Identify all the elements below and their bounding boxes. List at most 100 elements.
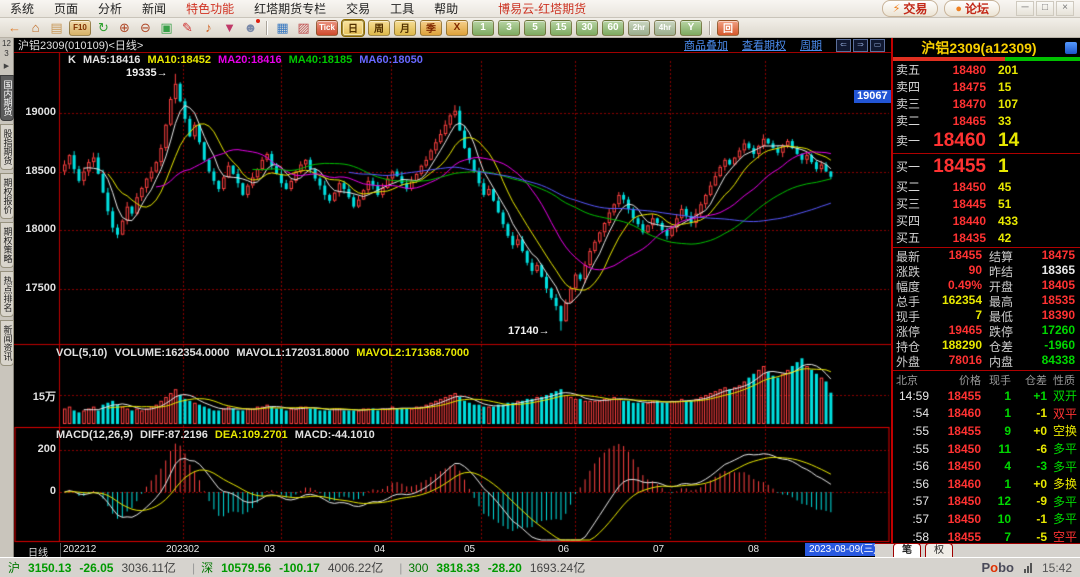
tick-row: :54 18460 1 -1 双平: [912, 406, 1078, 421]
ma-label: MA60:18050: [359, 54, 423, 66]
sidebar-tab-股指期货[interactable]: 股指期货: [0, 124, 14, 170]
price-tag: 19067: [854, 90, 891, 103]
user-icon[interactable]: ☻: [242, 18, 260, 36]
quote-table-icon[interactable]: ▦: [274, 20, 291, 36]
sidebar-pager: 3: [4, 49, 9, 58]
tick-row: :56 18460 1 +0 多换: [912, 476, 1078, 492]
prev-pane-icon[interactable]: ⇐: [836, 38, 851, 52]
ask-row-卖四[interactable]: 卖四 18475 15: [893, 78, 1080, 95]
period-month-button[interactable]: 月: [394, 19, 416, 36]
back-icon[interactable]: ←: [6, 20, 23, 36]
forum-button[interactable]: ● 论坛: [944, 0, 1000, 17]
bid-row-买三[interactable]: 买三 18445 51: [893, 195, 1080, 212]
ma-indicator-row: K MA5:18416 MA10:18452 MA20:18416 MA40:18185…: [68, 54, 430, 66]
window-title: 博易云-红塔期货: [498, 2, 587, 16]
menu-红塔期货专栏[interactable]: 红塔期货专栏: [244, 0, 336, 18]
price-tick-17500: 17500: [25, 281, 56, 294]
menu-工具[interactable]: 工具: [380, 0, 424, 18]
chart-header: 沪铝2309(010109)<日线> 商品叠加 查看期权 周期 ⇐ ⇒ ▭: [14, 38, 891, 53]
panel-settings-icon[interactable]: [1065, 41, 1077, 54]
x-tick-07: 07: [653, 544, 665, 555]
bid-row-买五[interactable]: 买五 18435 42: [893, 229, 1080, 246]
menu-分析[interactable]: 分析: [88, 0, 132, 18]
period-year-button[interactable]: Y: [680, 19, 702, 36]
sidebar-pager: 12: [2, 39, 11, 48]
period-custom-button[interactable]: X: [446, 19, 468, 36]
replay-button[interactable]: 回: [717, 19, 739, 36]
trading-terminal-window: 系统 页面 分析 新闻 特色功能 红塔期货专栏 交易 工具 帮助 博易云-红塔期货 ⚡ 交易 ● 论…: [0, 0, 1080, 577]
menu-交易[interactable]: 交易: [336, 0, 380, 18]
trade-button[interactable]: ⚡ 交易: [881, 0, 939, 17]
macd-indicator-row: MACD(12,26,9) DIFF:87.2196 DEA:109.2701 MAC…: [56, 429, 382, 441]
menu-特色功能[interactable]: 特色功能: [176, 0, 244, 18]
menu-新闻[interactable]: 新闻: [132, 0, 176, 18]
price-tick-18000: 18000: [25, 223, 56, 235]
kline-chart-canvas[interactable]: [14, 53, 891, 543]
ask-row-卖五[interactable]: 卖五 18480 201: [893, 61, 1080, 78]
overlay-icon[interactable]: ▣: [158, 20, 175, 36]
zoom-in-icon[interactable]: ⊕: [116, 20, 133, 36]
low-annotation: 17140→: [508, 325, 550, 337]
period-3min-button[interactable]: 3: [498, 19, 520, 36]
menu-系统[interactable]: 系统: [0, 0, 44, 18]
macd-tick-200: 200: [37, 443, 56, 455]
bid-row-买一[interactable]: 买一 18455 1: [893, 155, 1080, 178]
period-5min-button[interactable]: 5: [524, 19, 546, 36]
period-2hr-button[interactable]: 2hr: [628, 19, 650, 36]
x-tick-04: 04: [374, 544, 386, 555]
menu-帮助[interactable]: 帮助: [424, 0, 468, 18]
trend-chart-icon[interactable]: ▨: [295, 20, 312, 36]
quote-panel: 沪铝2309(a12309) 卖五 18480 201 卖四 18475 15 卖三 1847…: [893, 38, 1080, 557]
ask-row-卖二[interactable]: 卖二 18465 33: [893, 112, 1080, 129]
tick-list[interactable]: 14:59 18455 1 +1 双开:54 18460 1 -1 双平:55 18455 9 +0 空…: [893, 387, 1080, 545]
notification-dot-icon: [256, 18, 260, 23]
close-button[interactable]: ×: [1056, 1, 1074, 16]
vol-label: VOL(5,10): [56, 347, 108, 359]
high-annotation: 19335→: [126, 67, 168, 79]
home-icon[interactable]: ⌂: [27, 20, 44, 36]
link-商品叠加[interactable]: 商品叠加: [684, 37, 728, 53]
news-icon[interactable]: ▤: [48, 20, 65, 36]
sidebar-tab-期权策略[interactable]: 期权策略: [0, 222, 14, 268]
link-周期[interactable]: 周期: [800, 37, 822, 53]
period-60min-button[interactable]: 60: [602, 19, 624, 36]
sidebar-tab-热点排名[interactable]: 热点排名: [0, 271, 14, 317]
minimize-button[interactable]: ─: [1016, 1, 1034, 16]
x-axis: 日线 202212 202302 03 04 05 06 07 08 2023-08-09(三…: [14, 543, 891, 559]
refresh-icon[interactable]: ↻: [95, 20, 112, 36]
price-tick-19000: 19000: [25, 106, 56, 118]
filter-icon[interactable]: ▼: [221, 20, 238, 36]
sidebar-tab-新闻资讯[interactable]: 新闻资讯: [0, 320, 14, 366]
ask-row-卖一[interactable]: 卖一 18460 14: [893, 129, 1080, 152]
ask-row-卖三[interactable]: 卖三 18470 107: [893, 95, 1080, 112]
draw-icon[interactable]: ✎: [179, 20, 196, 36]
sidebar-tab-期权报价[interactable]: 期权报价: [0, 173, 14, 219]
stat-内盘: 内盘 84338: [989, 353, 1075, 369]
chart-header-mini-icons: ⇐ ⇒ ▭: [836, 38, 887, 52]
bid-row-买二[interactable]: 买二 18450 45: [893, 178, 1080, 195]
link-查看期权[interactable]: 查看期权: [742, 37, 786, 53]
period-30min-button[interactable]: 30: [576, 19, 598, 36]
tab-option[interactable]: 权: [925, 543, 953, 557]
zoom-out-icon[interactable]: ⊖: [137, 20, 154, 36]
period-1min-button[interactable]: 1: [472, 19, 494, 36]
period-4hr-button[interactable]: 4hr: [654, 19, 676, 36]
period-quarter-button[interactable]: 季: [420, 19, 442, 36]
menu-页面[interactable]: 页面: [44, 0, 88, 18]
index-深: 深 10579.56 -100.17 4006.22亿: [201, 560, 384, 576]
vol-label: MAVOL2:171368.7000: [356, 347, 470, 359]
next-pane-icon[interactable]: ⇒: [853, 38, 868, 52]
tab-tick[interactable]: 笔: [893, 543, 921, 557]
alert-icon[interactable]: ♪: [200, 20, 217, 36]
bid-row-买四[interactable]: 买四 18440 433: [893, 212, 1080, 229]
period-week-button[interactable]: 周: [368, 19, 390, 36]
signal-icon: [1023, 562, 1032, 573]
sidebar-tab-国内期货[interactable]: 国内期货: [0, 75, 14, 121]
period-15min-button[interactable]: 15: [550, 19, 572, 36]
sidebar-expand-arrow[interactable]: ▶: [4, 62, 9, 70]
f10-icon[interactable]: F10: [69, 19, 91, 36]
maximize-button[interactable]: □: [1036, 1, 1054, 16]
pane-layout-icon[interactable]: ▭: [870, 38, 885, 52]
tick-chart-button[interactable]: Tick: [316, 19, 338, 36]
period-day-button[interactable]: 日: [341, 18, 365, 37]
